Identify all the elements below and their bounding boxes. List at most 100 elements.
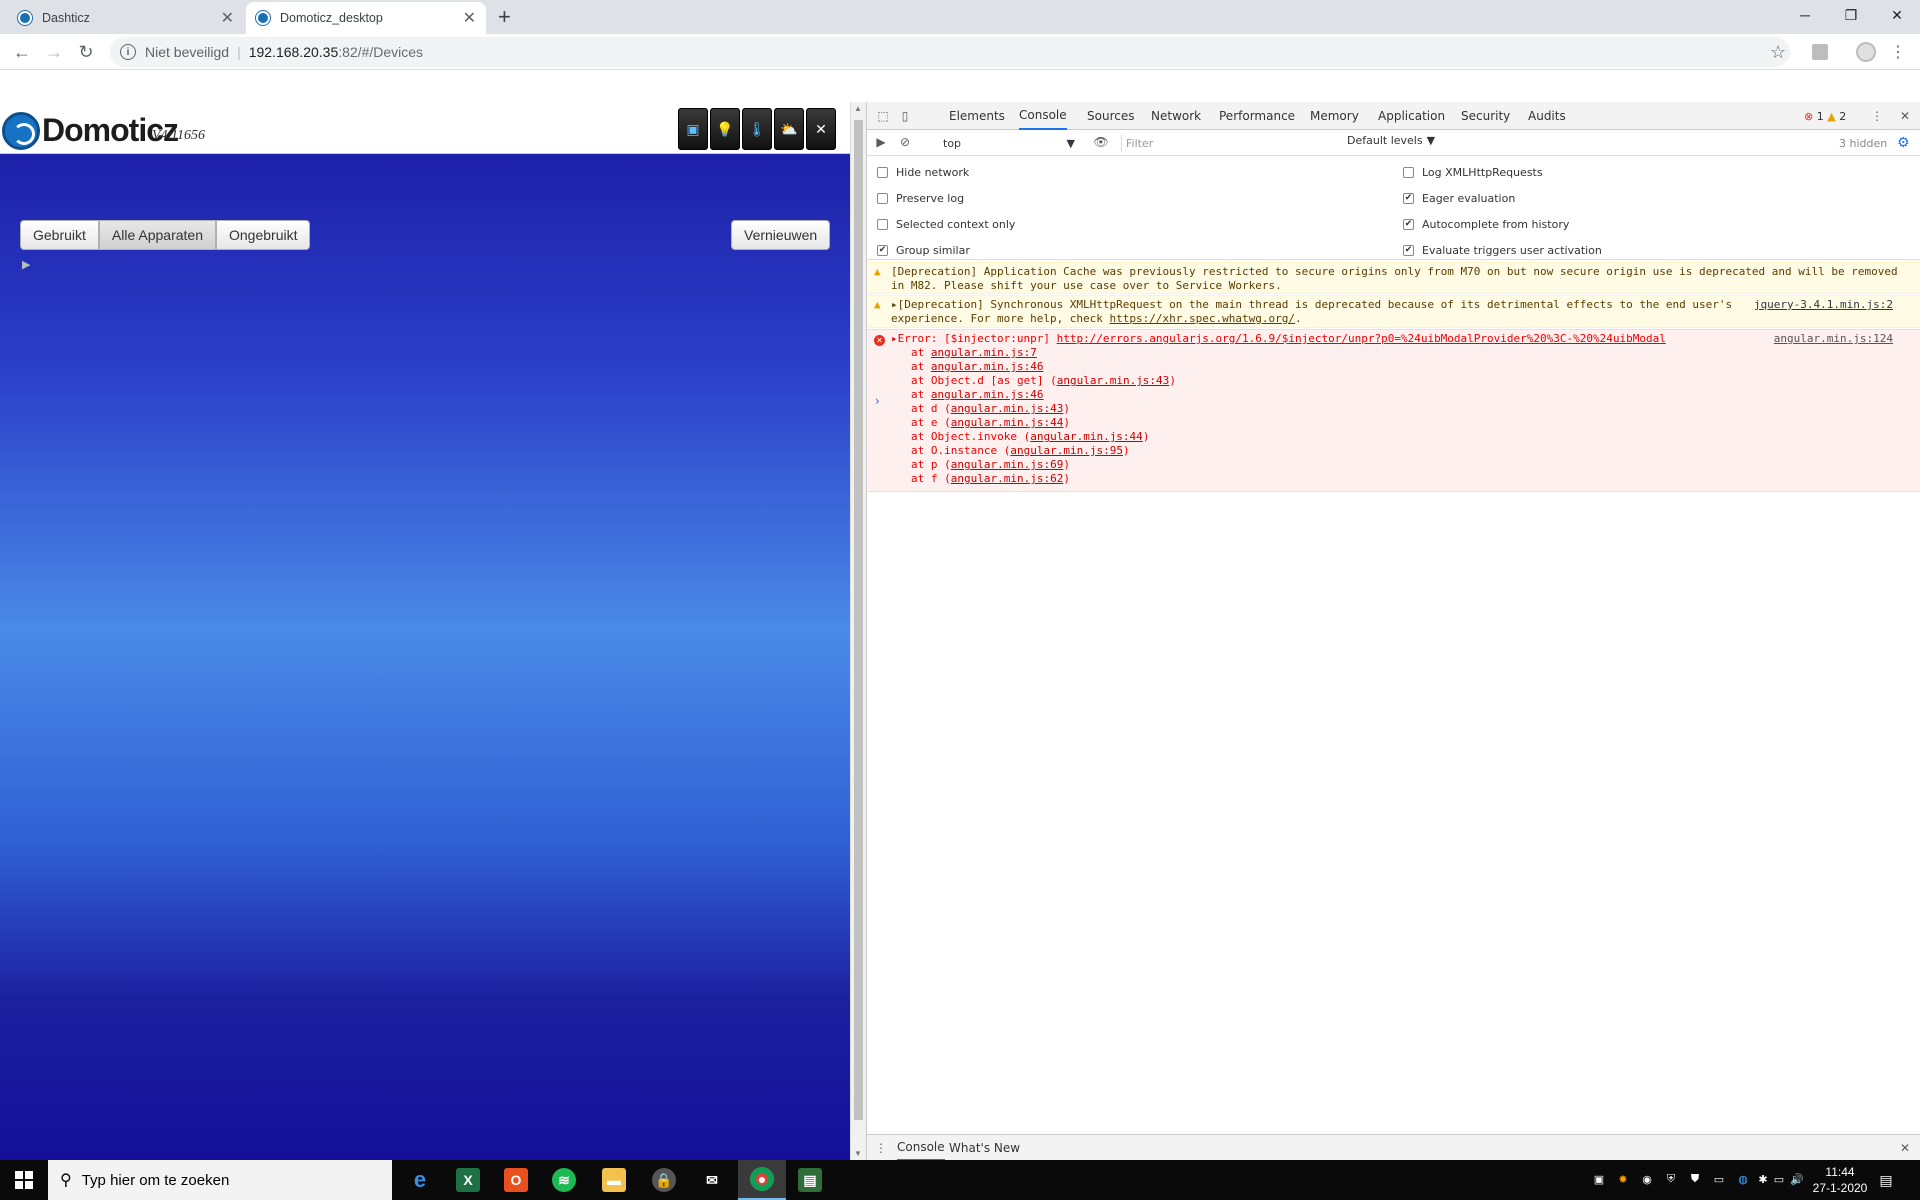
context-select[interactable]: top ▼ (939, 134, 1079, 152)
stack-frame-link[interactable]: angular.min.js:62 (951, 472, 1064, 485)
expand-triangle-icon[interactable]: ▸ (891, 332, 898, 345)
live-expression-eye-icon[interactable]: 👁 (1093, 134, 1109, 150)
close-drawer-icon[interactable]: ✕ (1897, 1140, 1913, 1156)
console-settings-gear-icon[interactable]: ⚙ (1897, 135, 1910, 151)
drawer-menu-icon[interactable]: ⋮ (873, 1140, 889, 1156)
page-scrollbar[interactable]: ▲ ▼ (850, 102, 866, 1160)
expand-arrow-icon[interactable]: ▶ (22, 258, 30, 271)
stack-frame-link[interactable]: angular.min.js:46 (931, 388, 1044, 401)
filter-unused-button[interactable]: Ongebruikt (216, 220, 311, 250)
scrollbar-thumb[interactable] (854, 120, 863, 1120)
checkbox-box[interactable] (1403, 166, 1414, 178)
tab-memory[interactable]: Memory (1310, 102, 1359, 130)
device-toolbar-icon[interactable]: ▯ (897, 108, 913, 124)
checkbox-box[interactable]: ✔ (1403, 218, 1414, 230)
selected-context-checkbox[interactable]: Selected context only (877, 214, 1015, 234)
tray-nvidia-icon[interactable]: ▣ (1592, 1172, 1606, 1186)
tab-network[interactable]: Network (1151, 102, 1201, 130)
checkbox-box[interactable]: ✔ (877, 244, 888, 256)
excel-app-icon[interactable]: X (444, 1160, 492, 1200)
checkbox-box[interactable]: ✔ (1403, 244, 1414, 256)
close-icon[interactable]: ✕ (221, 8, 234, 28)
scroll-up-icon[interactable]: ▲ (854, 104, 862, 113)
stack-frame-link[interactable]: angular.min.js:7 (931, 346, 1037, 359)
taskbar-clock[interactable]: 11:44 27-1-2020 (1808, 1164, 1872, 1196)
inspect-element-icon[interactable]: ⬚ (875, 108, 891, 124)
lock-app-icon[interactable]: 🔒 (640, 1160, 688, 1200)
reload-icon[interactable]: ↻ (74, 40, 98, 64)
address-bar[interactable]: i Niet beveiligd | 192.168.20.35:82/#/De… (110, 37, 1790, 67)
restore-icon[interactable]: ❐ (1828, 0, 1874, 30)
remote-desktop-app-icon[interactable]: ▤ (786, 1160, 834, 1200)
checkbox-box[interactable] (877, 166, 888, 178)
source-link[interactable]: angular.min.js:124 (1774, 332, 1893, 346)
expand-triangle-icon[interactable]: ▸ (891, 298, 898, 311)
tray-network-app-icon[interactable]: ◍ (1736, 1172, 1750, 1186)
scroll-down-icon[interactable]: ▼ (854, 1149, 862, 1158)
sidebar-toggle-icon[interactable]: ▶ (873, 134, 889, 150)
console-prompt[interactable]: › (875, 394, 880, 408)
stack-frame-link[interactable]: angular.min.js:69 (951, 458, 1064, 471)
windows-start-icon[interactable] (0, 1160, 48, 1200)
back-arrow-icon[interactable]: ← (10, 40, 34, 64)
devtools-menu-icon[interactable]: ⋮ (1869, 108, 1885, 124)
tab-audits[interactable]: Audits (1528, 102, 1566, 130)
tray-app-icon[interactable]: ✸ (1616, 1172, 1630, 1186)
spotify-app-icon[interactable]: ≋ (540, 1160, 588, 1200)
tab-sources[interactable]: Sources (1087, 102, 1134, 130)
volume-icon[interactable]: 🔊 (1790, 1172, 1804, 1186)
dashboard-nav-icon[interactable]: ▣ (678, 108, 708, 150)
chrome-app-icon[interactable]: ● (738, 1160, 786, 1200)
file-explorer-app-icon[interactable]: ▬ (590, 1160, 638, 1200)
info-icon[interactable]: i (120, 44, 136, 60)
weather-nav-icon[interactable]: ⛅ (774, 108, 804, 150)
forward-arrow-icon[interactable]: → (42, 40, 66, 64)
stack-frame-link[interactable]: angular.min.js:43 (1057, 374, 1170, 387)
tab-domoticz-desktop[interactable]: Domoticz_desktop ✕ (246, 2, 486, 34)
lightbulb-nav-icon[interactable]: 💡 (710, 108, 740, 150)
close-icon[interactable]: ✕ (463, 8, 476, 28)
stack-frame-link[interactable]: angular.min.js:44 (951, 416, 1064, 429)
error-doc-link[interactable]: http://errors.angularjs.org/1.6.9/$injec… (1057, 332, 1666, 345)
tab-console[interactable]: Console (1019, 102, 1067, 130)
tray-drive-icon[interactable]: ▭ (1712, 1172, 1726, 1186)
taskbar-search-box[interactable]: ⚲ Typ hier om te zoeken (48, 1160, 392, 1200)
stack-frame-link[interactable]: angular.min.js:46 (931, 360, 1044, 373)
stack-frame-link[interactable]: angular.min.js:43 (951, 402, 1064, 415)
console-filter-input[interactable]: Filter (1121, 134, 1341, 152)
browser-menu-icon[interactable]: ⋮ (1890, 42, 1906, 62)
setup-tools-nav-icon[interactable]: ✕ (806, 108, 836, 150)
preserve-log-checkbox[interactable]: Preserve log (877, 188, 964, 208)
tab-security[interactable]: Security (1461, 102, 1510, 130)
stack-frame-link[interactable]: angular.min.js:95 (1010, 444, 1123, 457)
drawer-tab-whats-new[interactable]: What's New (949, 1135, 1020, 1161)
log-levels-select[interactable]: Default levels ▼ (1347, 134, 1435, 147)
refresh-button[interactable]: Vernieuwen (731, 220, 831, 250)
temperature-nav-icon[interactable]: 🌡 (742, 108, 772, 150)
help-link[interactable]: https://xhr.spec.whatwg.org/ (1110, 312, 1295, 325)
tray-bluetooth-icon[interactable]: ✱ (1756, 1172, 1770, 1186)
tab-performance[interactable]: Performance (1219, 102, 1295, 130)
close-devtools-icon[interactable]: ✕ (1897, 108, 1913, 124)
tab-dashticz[interactable]: Dashticz ✕ (8, 2, 244, 34)
tray-security-icon[interactable]: ⛨ (1664, 1172, 1678, 1186)
office-app-icon[interactable]: O (492, 1160, 540, 1200)
edge-app-icon[interactable]: e (396, 1160, 444, 1200)
evaluate-triggers-checkbox[interactable]: ✔ Evaluate triggers user activation (1403, 240, 1602, 260)
close-window-icon[interactable]: ✕ (1874, 0, 1920, 30)
autocomplete-history-checkbox[interactable]: ✔ Autocomplete from history (1403, 214, 1569, 234)
filter-all-devices-button[interactable]: Alle Apparaten (98, 220, 216, 250)
action-center-icon[interactable]: ▤ (1876, 1170, 1896, 1190)
tab-application[interactable]: Application (1378, 102, 1445, 130)
checkbox-box[interactable] (877, 218, 888, 230)
log-xhr-checkbox[interactable]: Log XMLHttpRequests (1403, 162, 1543, 182)
extension-icon[interactable] (1812, 44, 1828, 60)
eager-evaluation-checkbox[interactable]: ✔ Eager evaluation (1403, 188, 1515, 208)
filter-used-button[interactable]: Gebruikt (20, 220, 99, 250)
issue-counter[interactable]: ⊗ 1 ▲ 2 (1804, 110, 1846, 123)
new-tab-button[interactable]: + (498, 4, 511, 30)
source-link[interactable]: jquery-3.4.1.min.js:2 (1754, 298, 1893, 312)
drawer-tab-console[interactable]: Console (897, 1135, 945, 1161)
tab-elements[interactable]: Elements (949, 102, 1005, 130)
clear-console-icon[interactable]: ⊘ (897, 134, 913, 150)
